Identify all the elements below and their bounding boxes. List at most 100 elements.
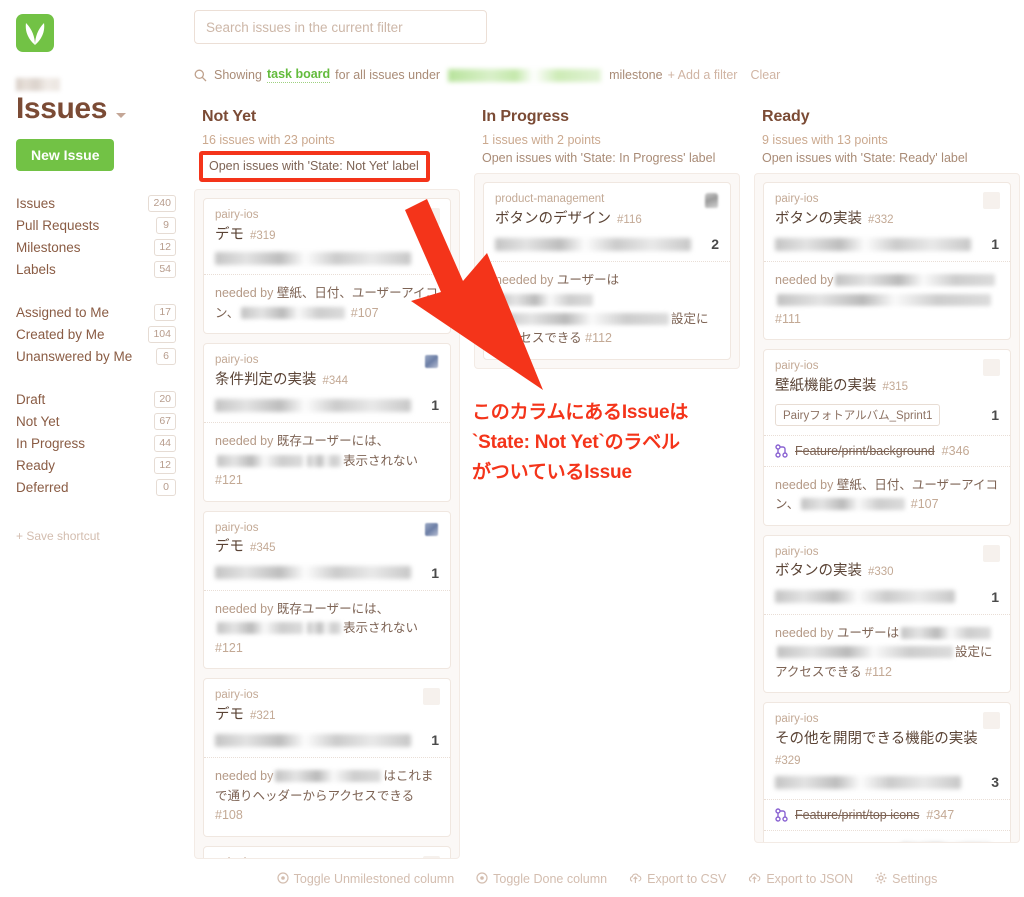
card-parent-issue[interactable]: needed by ユーザーは設定にアクセスできる #112 xyxy=(764,830,1010,843)
board-column-ready: Ready 9 issues with 13 points Open issue… xyxy=(754,108,1020,860)
issue-card[interactable]: pairy-ios デモ #319 needed by 壁紙、日付、ユーザーアイ… xyxy=(203,198,451,335)
sidebar-item-count: 104 xyxy=(148,325,176,344)
filter-mid-text: for all issues under xyxy=(335,68,441,82)
card-header: pairy-ios デモ #321 1 xyxy=(204,679,450,757)
card-stack: pairy-ios ボタンの実装 #332 1 needed by #111 p… xyxy=(754,173,1020,843)
sidebar-item-pull-requests[interactable]: Pull Requests 9 xyxy=(14,215,176,237)
issue-card[interactable]: pairy-ios ボタンの実装 #330 1 needed by ユーザーは設… xyxy=(763,534,1011,694)
card-number: #329 xyxy=(775,755,801,768)
pull-request-title: Feature/print/top icons xyxy=(795,808,920,823)
export-to-json-button[interactable]: Export to JSON xyxy=(748,872,853,887)
add-filter-button[interactable]: + Add a filter xyxy=(668,68,738,82)
card-meta-row: 1 xyxy=(775,589,999,605)
task-board-link[interactable]: task board xyxy=(266,67,331,83)
card-points: 1 xyxy=(431,564,439,581)
card-parent-issue[interactable]: needed by #111 xyxy=(764,261,1010,339)
issue-card[interactable]: pairy-ios 条件判定の実装 #344 1 needed by 既存ユーザ… xyxy=(203,343,451,502)
issue-card[interactable]: product-management ボタンのデザイン #116 2 neede… xyxy=(483,182,731,360)
card-title: デモ xyxy=(215,226,244,243)
page-title-row[interactable]: Issues xyxy=(16,93,176,125)
sidebar-item-in-progress[interactable]: In Progress 44 xyxy=(14,433,176,455)
toggle-unmilestoned-column-button[interactable]: Toggle Unmilestoned column xyxy=(277,871,455,887)
card-header: pairy-ios デモ #328 1 xyxy=(204,847,450,858)
search-input[interactable] xyxy=(194,10,487,44)
avatar xyxy=(423,208,440,225)
linked-pull-request[interactable]: Feature/print/background #346 xyxy=(764,434,1010,466)
card-repo: product-management xyxy=(495,193,605,205)
avatar xyxy=(423,353,440,370)
upload-cloud-icon xyxy=(629,872,642,887)
card-parent-issue[interactable]: needed by 壁紙、日付、ユーザーアイコン、 #107 xyxy=(764,465,1010,525)
parent-issue-redacted xyxy=(307,622,341,635)
card-parent-issue[interactable]: needed by はこれまで通りヘッダーからアクセスできる #108 xyxy=(204,757,450,835)
card-title-line: 壁紙機能の実装 #315 xyxy=(775,377,999,397)
leaf-logo-icon[interactable] xyxy=(16,14,54,52)
sidebar-item-label: In Progress xyxy=(16,436,86,451)
sidebar-item-created-by-me[interactable]: Created by Me 104 xyxy=(14,324,176,346)
card-parent-issue[interactable]: needed by ユーザーは設定にアクセスできる #112 xyxy=(764,613,1010,692)
sidebar-item-count: 17 xyxy=(154,303,176,322)
issue-card[interactable]: pairy-ios デモ #345 1 needed by 既存ユーザーには、表… xyxy=(203,510,451,670)
sidebar-item-unanswered-by-me[interactable]: Unanswered by Me 6 xyxy=(14,346,176,368)
issue-card[interactable]: pairy-ios ボタンの実装 #332 1 needed by #111 xyxy=(763,182,1011,341)
card-title-line: ボタンの実装 #332 xyxy=(775,210,999,230)
card-meta-row: 1 xyxy=(775,236,999,252)
column-summary: 1 issues with 2 points xyxy=(482,133,601,147)
sidebar-item-count: 12 xyxy=(154,238,176,257)
parent-issue-title: 既存ユーザーには、 xyxy=(276,434,390,449)
filter-milestone-label: milestone xyxy=(609,68,663,82)
avatar xyxy=(703,192,720,209)
sidebar-item-labels[interactable]: Labels 54 xyxy=(14,259,176,281)
card-label-redacted xyxy=(775,237,971,251)
issue-card[interactable]: pairy-ios デモ #328 1 xyxy=(203,845,451,858)
sidebar-item-not-yet[interactable]: Not Yet 67 xyxy=(14,411,176,433)
new-issue-button[interactable]: New Issue xyxy=(16,138,115,171)
parent-issue-title: ユーザーは xyxy=(837,842,899,843)
card-parent-issue[interactable]: needed by 壁紙、日付、ユーザーアイコン、 #107 xyxy=(204,274,450,333)
card-repo: pairy-ios xyxy=(775,193,819,205)
issue-card[interactable]: pairy-ios デモ #321 1 needed by はこれまで通りヘッダ… xyxy=(203,678,451,837)
card-meta-row: 2 xyxy=(495,236,719,252)
sidebar-item-deferred[interactable]: Deferred 0 xyxy=(14,477,176,499)
parent-issue-title: ユーザーは xyxy=(556,273,620,288)
gear-icon xyxy=(875,872,887,887)
card-parent-issue[interactable]: needed by 既存ユーザーには、表示されない #121 xyxy=(204,589,450,668)
toggle-done-column-button[interactable]: Toggle Done column xyxy=(476,871,607,887)
card-repo: pairy-ios xyxy=(215,857,439,858)
needed-by-label: needed by xyxy=(215,286,274,301)
avatar xyxy=(983,359,1000,377)
sidebar-item-milestones[interactable]: Milestones 12 xyxy=(14,237,176,259)
chevron-down-icon[interactable] xyxy=(116,113,126,118)
settings-button[interactable]: Settings xyxy=(875,872,937,887)
toolbar-label: Toggle Unmilestoned column xyxy=(293,872,455,886)
linked-pull-request[interactable]: Feature/print/top icons #347 xyxy=(764,799,1010,830)
issue-card[interactable]: pairy-ios その他を開閉できる機能の実装 #329 3 Feature/… xyxy=(763,702,1011,843)
sidebar-item-draft[interactable]: Draft 20 xyxy=(14,389,176,411)
card-repo: pairy-ios xyxy=(215,689,259,702)
clear-filter-button[interactable]: Clear xyxy=(750,68,780,82)
card-title-line: ボタンのデザイン #116 xyxy=(495,210,719,230)
card-parent-issue[interactable]: needed by ユーザーは設定にアクセスできる #112 xyxy=(484,261,730,359)
pull-request-icon xyxy=(775,444,788,458)
milestone-chip[interactable]: Pairyフォトアルバム_Sprint1 xyxy=(775,403,941,426)
card-repo: pairy-ios xyxy=(215,521,259,534)
parent-issue-number: #121 xyxy=(215,473,243,488)
card-meta-row xyxy=(215,252,439,266)
toolbar-label: Export to JSON xyxy=(766,872,854,886)
sidebar-item-ready[interactable]: Ready 12 xyxy=(14,455,176,477)
card-parent-issue[interactable]: needed by 既存ユーザーには、表示されない #121 xyxy=(204,422,450,500)
sidebar-item-assigned-to-me[interactable]: Assigned to Me 17 xyxy=(14,302,176,324)
parent-issue-redacted xyxy=(777,293,991,306)
export-to-csv-button[interactable]: Export to CSV xyxy=(629,872,726,887)
sidebar-item-label: Labels xyxy=(16,262,56,277)
needed-by-label: needed by xyxy=(215,434,274,449)
parent-issue-redacted xyxy=(497,313,669,326)
issue-card[interactable]: pairy-ios 壁紙機能の実装 #315 Pairyフォトアルバム_Spri… xyxy=(763,349,1011,526)
card-stack: pairy-ios デモ #319 needed by 壁紙、日付、ユーザーアイ… xyxy=(194,189,460,859)
save-shortcut-link[interactable]: + Save shortcut xyxy=(16,529,176,543)
parent-issue-number: #108 xyxy=(215,808,243,823)
card-points: 1 xyxy=(431,732,439,749)
card-header: product-management ボタンのデザイン #116 2 xyxy=(484,183,730,261)
card-title: デモ xyxy=(215,706,244,723)
sidebar-item-issues[interactable]: Issues 240 xyxy=(14,193,176,215)
